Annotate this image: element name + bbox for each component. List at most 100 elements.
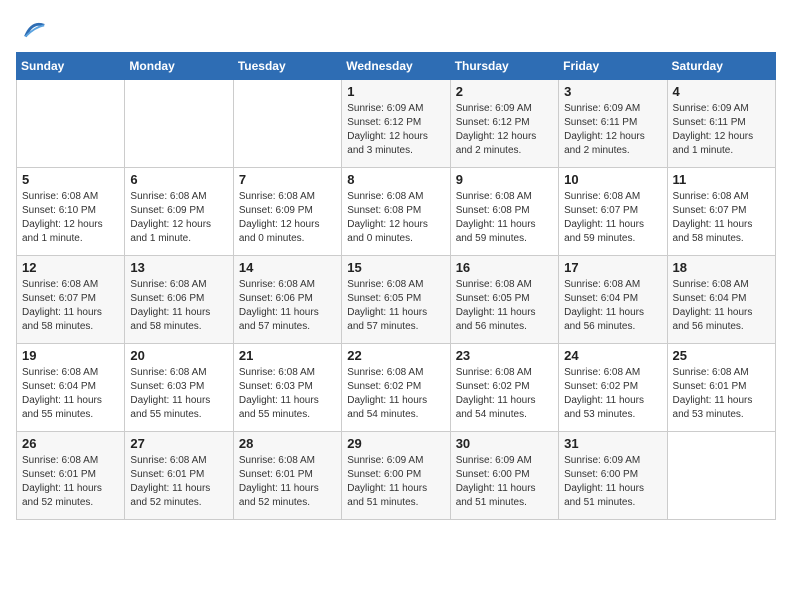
day-info: Sunrise: 6:09 AM Sunset: 6:00 PM Dayligh… bbox=[456, 454, 553, 510]
empty-cell bbox=[125, 80, 233, 168]
day-number: 9 bbox=[456, 172, 553, 187]
day-info: Sunrise: 6:08 AM Sunset: 6:04 PM Dayligh… bbox=[673, 278, 770, 334]
day-info: Sunrise: 6:08 AM Sunset: 6:08 PM Dayligh… bbox=[456, 190, 553, 246]
day-cell-23: 23 Sunrise: 6:08 AM Sunset: 6:02 PM Dayli… bbox=[450, 344, 558, 432]
day-number: 7 bbox=[239, 172, 336, 187]
day-cell-13: 13 Sunrise: 6:08 AM Sunset: 6:06 PM Dayli… bbox=[125, 256, 233, 344]
day-info: Sunrise: 6:08 AM Sunset: 6:05 PM Dayligh… bbox=[347, 278, 444, 334]
day-info: Sunrise: 6:09 AM Sunset: 6:11 PM Dayligh… bbox=[564, 102, 661, 158]
day-number: 25 bbox=[673, 348, 770, 363]
calendar-header: SundayMondayTuesdayWednesdayThursdayFrid… bbox=[17, 53, 776, 80]
header-sunday: Sunday bbox=[17, 53, 125, 80]
day-number: 11 bbox=[673, 172, 770, 187]
day-cell-26: 26 Sunrise: 6:08 AM Sunset: 6:01 PM Dayli… bbox=[17, 432, 125, 520]
empty-cell bbox=[667, 432, 775, 520]
day-info: Sunrise: 6:08 AM Sunset: 6:01 PM Dayligh… bbox=[22, 454, 119, 510]
header-saturday: Saturday bbox=[667, 53, 775, 80]
day-cell-22: 22Sunrise: 6:08 AM Sunset: 6:02 PM Dayli… bbox=[342, 344, 450, 432]
day-cell-7: 7 Sunrise: 6:08 AM Sunset: 6:09 PM Daylig… bbox=[233, 168, 341, 256]
day-cell-27: 27Sunrise: 6:08 AM Sunset: 6:01 PM Dayli… bbox=[125, 432, 233, 520]
day-number: 31 bbox=[564, 436, 661, 451]
header-row: SundayMondayTuesdayWednesdayThursdayFrid… bbox=[17, 53, 776, 80]
day-info: Sunrise: 6:09 AM Sunset: 6:12 PM Dayligh… bbox=[456, 102, 553, 158]
day-number: 24 bbox=[564, 348, 661, 363]
day-number: 21 bbox=[239, 348, 336, 363]
day-info: Sunrise: 6:08 AM Sunset: 6:05 PM Dayligh… bbox=[456, 278, 553, 334]
day-cell-1: 1Sunrise: 6:09 AM Sunset: 6:12 PM Daylig… bbox=[342, 80, 450, 168]
day-info: Sunrise: 6:08 AM Sunset: 6:01 PM Dayligh… bbox=[673, 366, 770, 422]
day-info: Sunrise: 6:08 AM Sunset: 6:09 PM Dayligh… bbox=[130, 190, 227, 246]
day-info: Sunrise: 6:09 AM Sunset: 6:00 PM Dayligh… bbox=[564, 454, 661, 510]
week-row-2: 12 Sunrise: 6:08 AM Sunset: 6:07 PM Dayli… bbox=[17, 256, 776, 344]
day-cell-16: 16 Sunrise: 6:08 AM Sunset: 6:05 PM Dayli… bbox=[450, 256, 558, 344]
week-row-1: 5 Sunrise: 6:08 AM Sunset: 6:10 PM Daylig… bbox=[17, 168, 776, 256]
day-info: Sunrise: 6:09 AM Sunset: 6:00 PM Dayligh… bbox=[347, 454, 444, 510]
day-info: Sunrise: 6:08 AM Sunset: 6:03 PM Dayligh… bbox=[239, 366, 336, 422]
day-number: 28 bbox=[239, 436, 336, 451]
header-friday: Friday bbox=[559, 53, 667, 80]
day-cell-20: 20Sunrise: 6:08 AM Sunset: 6:03 PM Dayli… bbox=[125, 344, 233, 432]
day-info: Sunrise: 6:09 AM Sunset: 6:11 PM Dayligh… bbox=[673, 102, 770, 158]
header bbox=[16, 16, 776, 44]
header-thursday: Thursday bbox=[450, 53, 558, 80]
day-number: 3 bbox=[564, 84, 661, 99]
day-number: 10 bbox=[564, 172, 661, 187]
day-cell-29: 29 Sunrise: 6:09 AM Sunset: 6:00 PM Dayli… bbox=[342, 432, 450, 520]
day-cell-2: 2 Sunrise: 6:09 AM Sunset: 6:12 PM Daylig… bbox=[450, 80, 558, 168]
day-info: Sunrise: 6:08 AM Sunset: 6:02 PM Dayligh… bbox=[564, 366, 661, 422]
day-cell-8: 8Sunrise: 6:08 AM Sunset: 6:08 PM Daylig… bbox=[342, 168, 450, 256]
day-cell-31: 31 Sunrise: 6:09 AM Sunset: 6:00 PM Dayli… bbox=[559, 432, 667, 520]
day-cell-21: 21 Sunrise: 6:08 AM Sunset: 6:03 PM Dayli… bbox=[233, 344, 341, 432]
day-cell-4: 4 Sunrise: 6:09 AM Sunset: 6:11 PM Daylig… bbox=[667, 80, 775, 168]
day-number: 12 bbox=[22, 260, 119, 275]
header-tuesday: Tuesday bbox=[233, 53, 341, 80]
day-info: Sunrise: 6:08 AM Sunset: 6:07 PM Dayligh… bbox=[22, 278, 119, 334]
day-number: 16 bbox=[456, 260, 553, 275]
day-cell-9: 9 Sunrise: 6:08 AM Sunset: 6:08 PM Daylig… bbox=[450, 168, 558, 256]
header-monday: Monday bbox=[125, 53, 233, 80]
week-row-0: 1Sunrise: 6:09 AM Sunset: 6:12 PM Daylig… bbox=[17, 80, 776, 168]
day-cell-3: 3 Sunrise: 6:09 AM Sunset: 6:11 PM Daylig… bbox=[559, 80, 667, 168]
day-number: 29 bbox=[347, 436, 444, 451]
empty-cell bbox=[233, 80, 341, 168]
day-number: 6 bbox=[130, 172, 227, 187]
header-wednesday: Wednesday bbox=[342, 53, 450, 80]
day-info: Sunrise: 6:09 AM Sunset: 6:12 PM Dayligh… bbox=[347, 102, 444, 158]
calendar-body: 1Sunrise: 6:09 AM Sunset: 6:12 PM Daylig… bbox=[17, 80, 776, 520]
day-number: 2 bbox=[456, 84, 553, 99]
day-number: 5 bbox=[22, 172, 119, 187]
logo-icon bbox=[18, 16, 46, 44]
week-row-4: 26 Sunrise: 6:08 AM Sunset: 6:01 PM Dayli… bbox=[17, 432, 776, 520]
day-cell-6: 6 Sunrise: 6:08 AM Sunset: 6:09 PM Daylig… bbox=[125, 168, 233, 256]
day-info: Sunrise: 6:08 AM Sunset: 6:06 PM Dayligh… bbox=[239, 278, 336, 334]
day-info: Sunrise: 6:08 AM Sunset: 6:06 PM Dayligh… bbox=[130, 278, 227, 334]
week-row-3: 19 Sunrise: 6:08 AM Sunset: 6:04 PM Dayli… bbox=[17, 344, 776, 432]
day-cell-5: 5 Sunrise: 6:08 AM Sunset: 6:10 PM Daylig… bbox=[17, 168, 125, 256]
day-cell-11: 11Sunrise: 6:08 AM Sunset: 6:07 PM Dayli… bbox=[667, 168, 775, 256]
day-info: Sunrise: 6:08 AM Sunset: 6:01 PM Dayligh… bbox=[239, 454, 336, 510]
day-cell-18: 18 Sunrise: 6:08 AM Sunset: 6:04 PM Dayli… bbox=[667, 256, 775, 344]
calendar-table: SundayMondayTuesdayWednesdayThursdayFrid… bbox=[16, 52, 776, 520]
day-number: 18 bbox=[673, 260, 770, 275]
day-cell-14: 14Sunrise: 6:08 AM Sunset: 6:06 PM Dayli… bbox=[233, 256, 341, 344]
day-number: 4 bbox=[673, 84, 770, 99]
day-cell-17: 17Sunrise: 6:08 AM Sunset: 6:04 PM Dayli… bbox=[559, 256, 667, 344]
day-number: 13 bbox=[130, 260, 227, 275]
day-number: 26 bbox=[22, 436, 119, 451]
day-info: Sunrise: 6:08 AM Sunset: 6:04 PM Dayligh… bbox=[22, 366, 119, 422]
day-number: 30 bbox=[456, 436, 553, 451]
day-info: Sunrise: 6:08 AM Sunset: 6:09 PM Dayligh… bbox=[239, 190, 336, 246]
day-cell-30: 30 Sunrise: 6:09 AM Sunset: 6:00 PM Dayli… bbox=[450, 432, 558, 520]
day-info: Sunrise: 6:08 AM Sunset: 6:10 PM Dayligh… bbox=[22, 190, 119, 246]
day-info: Sunrise: 6:08 AM Sunset: 6:02 PM Dayligh… bbox=[456, 366, 553, 422]
day-number: 15 bbox=[347, 260, 444, 275]
day-cell-10: 10Sunrise: 6:08 AM Sunset: 6:07 PM Dayli… bbox=[559, 168, 667, 256]
day-number: 19 bbox=[22, 348, 119, 363]
day-number: 23 bbox=[456, 348, 553, 363]
day-number: 22 bbox=[347, 348, 444, 363]
day-info: Sunrise: 6:08 AM Sunset: 6:04 PM Dayligh… bbox=[564, 278, 661, 334]
day-number: 20 bbox=[130, 348, 227, 363]
logo bbox=[16, 16, 46, 44]
day-info: Sunrise: 6:08 AM Sunset: 6:01 PM Dayligh… bbox=[130, 454, 227, 510]
day-cell-24: 24 Sunrise: 6:08 AM Sunset: 6:02 PM Dayli… bbox=[559, 344, 667, 432]
